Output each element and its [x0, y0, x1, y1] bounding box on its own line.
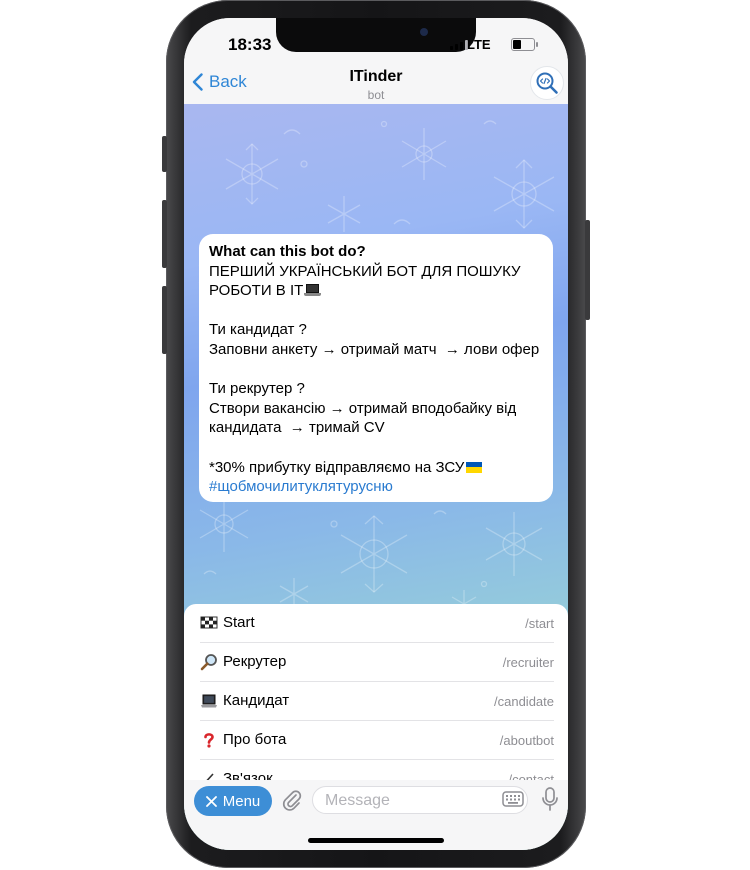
- writing-hand-icon: [206, 773, 214, 780]
- laptop-icon: [201, 694, 217, 708]
- signal-icon: [450, 40, 468, 50]
- command-name: /aboutbot: [499, 733, 554, 748]
- keyboard-icon[interactable]: [502, 790, 524, 808]
- question-mark-icon: [204, 733, 214, 748]
- phone-side-button: [162, 136, 167, 172]
- code-search-icon: [536, 72, 558, 94]
- notch: [276, 18, 476, 52]
- status-time: 18:33: [228, 35, 272, 54]
- recruiter-steps: Створи вакансію → отримай вподобайку від: [209, 399, 517, 417]
- command-item-candidate[interactable]: Кандидат /candidate: [184, 682, 568, 721]
- command-item-aboutbot[interactable]: Про бота /aboutbot: [184, 721, 568, 760]
- ukraine-flag-icon: [466, 461, 483, 473]
- command-label: Зв'язок: [223, 770, 273, 780]
- bot-avatar[interactable]: [530, 66, 564, 100]
- bot-commands-list: Start /start Рекрутер /recruiter Кандида…: [184, 604, 568, 780]
- candidate-steps: Заповни анкету → отримай матч → лови офе…: [209, 340, 540, 358]
- chat-title[interactable]: ITinder: [184, 68, 568, 86]
- microphone-icon[interactable]: [540, 786, 560, 812]
- donation-line-with-flag: *30% прибутку відправляємо на ЗСУ: [209, 458, 543, 478]
- candidate-title: Ти кандидат ?: [209, 321, 307, 339]
- menu-button[interactable]: Menu: [194, 786, 272, 816]
- checkered-flag-icon: [200, 616, 218, 629]
- message-field[interactable]: [312, 786, 528, 814]
- chat-subtitle: bot: [367, 88, 385, 102]
- status-bar: 18:33 LTE: [184, 18, 568, 70]
- chat-header: Back ITinder bot: [184, 66, 568, 104]
- command-item-recruiter[interactable]: Рекрутер /recruiter: [184, 643, 568, 682]
- camera-icon: [420, 28, 428, 36]
- command-item-start[interactable]: Start /start: [184, 604, 568, 643]
- command-label: Рекрутер: [223, 653, 287, 670]
- phone-screen: 18:33 LTE Back ITinder bot What can this…: [184, 18, 568, 850]
- message-input[interactable]: [323, 791, 497, 811]
- laptop-icon: [304, 284, 322, 297]
- phone-side-button: [585, 220, 590, 320]
- bot-info-heading: What can this bot do?: [209, 243, 366, 260]
- attachment-icon[interactable]: [280, 788, 304, 812]
- bot-info-line: ПЕРШИЙ УКРАЇНСЬКИЙ БОТ ДЛЯ ПОШУКУ: [209, 262, 521, 280]
- recruiter-steps: кандидата → тримай CV: [209, 419, 385, 437]
- command-label: Кандидат: [223, 692, 290, 709]
- command-name: /recruiter: [502, 655, 554, 670]
- bot-info-line: РОБОТИ В ІТ: [209, 282, 304, 300]
- home-indicator: [308, 838, 444, 843]
- magnifier-icon: [200, 654, 217, 671]
- close-icon: [205, 795, 217, 807]
- hashtag-link[interactable]: #щобмочилитуклятурусню: [209, 477, 543, 497]
- network-label: LTE: [467, 37, 491, 52]
- bot-description-card: What can this bot do? ПЕРШИЙ УКРАЇНСЬКИЙ…: [199, 234, 553, 502]
- phone-side-button: [162, 286, 167, 354]
- command-label: Start: [223, 614, 255, 631]
- command-name: /contact: [508, 772, 554, 780]
- phone-side-button: [162, 200, 167, 268]
- message-input-bar: Menu: [184, 780, 568, 850]
- menu-label: Menu: [222, 792, 261, 810]
- command-name: /candidate: [494, 694, 554, 709]
- donation-text: *30% прибутку відправляємо на ЗСУ: [209, 458, 465, 476]
- command-item-contact[interactable]: Зв'язок /contact: [184, 760, 568, 780]
- battery-icon: [511, 38, 538, 51]
- command-label: Про бота: [223, 731, 287, 748]
- recruiter-title: Ти рекрутер ?: [209, 380, 305, 398]
- command-name: /start: [525, 616, 554, 631]
- bot-info-line-with-icon: РОБОТИ В ІТ: [209, 281, 543, 301]
